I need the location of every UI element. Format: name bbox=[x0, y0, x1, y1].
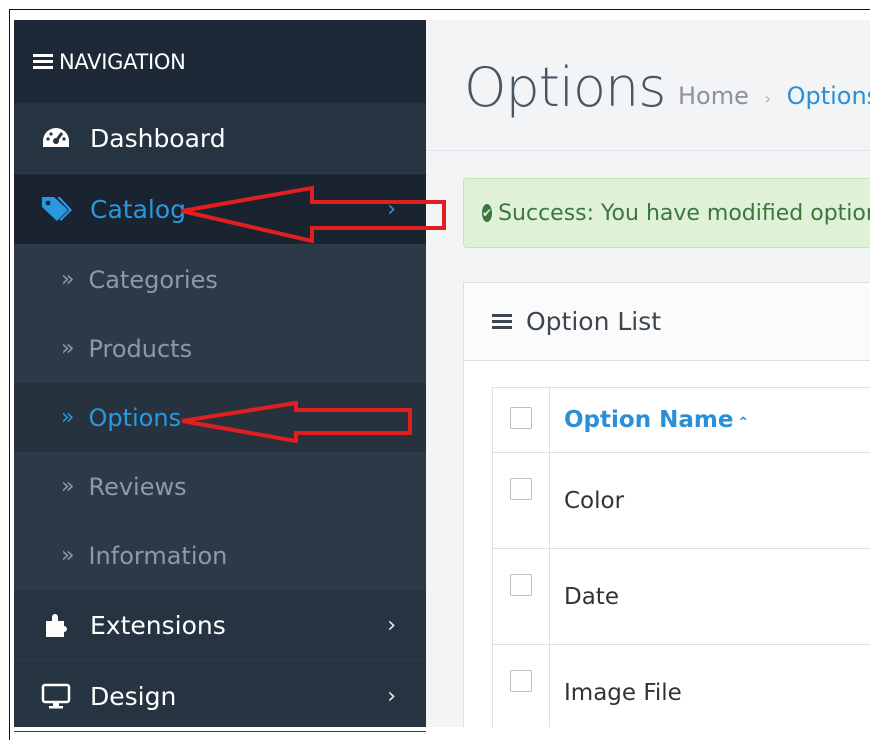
annotation-arrow-options bbox=[182, 403, 410, 441]
annotation-arrows bbox=[0, 0, 870, 727]
annotation-arrow-catalog bbox=[182, 188, 444, 241]
